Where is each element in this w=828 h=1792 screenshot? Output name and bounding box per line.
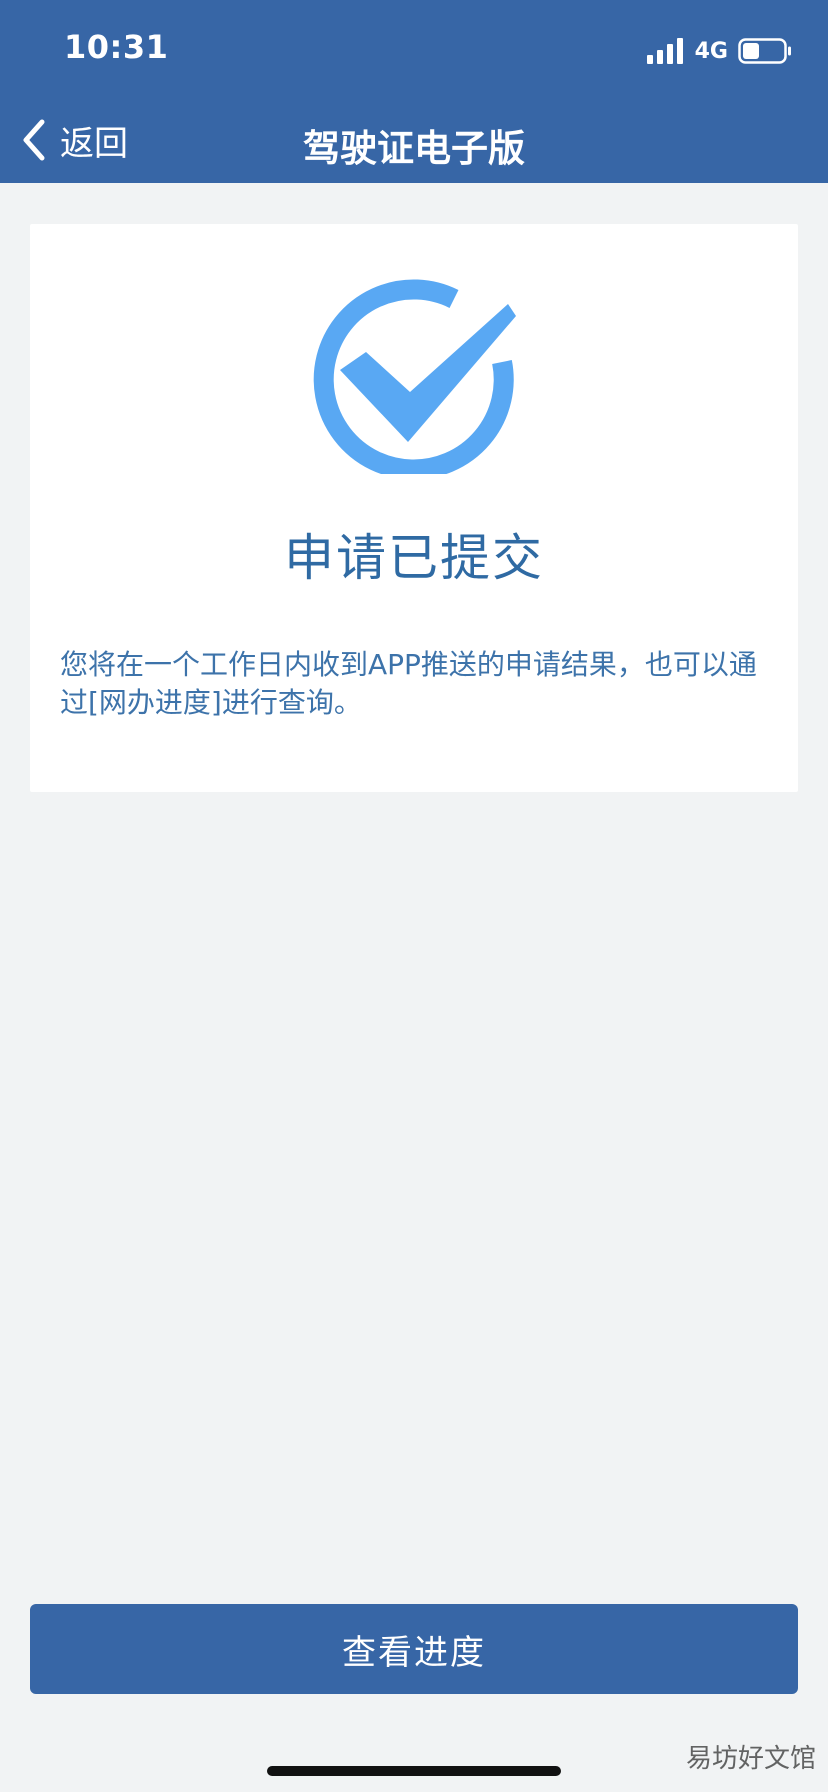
check-circle-icon xyxy=(313,279,516,474)
result-message: 您将在一个工作日内收到APP推送的申请结果，也可以通过[网办进度]进行查询。 xyxy=(60,648,757,719)
battery-icon xyxy=(738,38,791,64)
result-card: 申请已提交 您将在一个工作日内收到APP推送的申请结果，也可以通过[网办进度]进… xyxy=(30,224,798,792)
nav-bar: 返回 驾驶证电子版 xyxy=(0,100,828,183)
status-bar: 10:31 4G xyxy=(0,0,828,100)
view-progress-button[interactable]: 查看进度 xyxy=(30,1604,798,1694)
network-type: 4G xyxy=(694,38,728,64)
success-title: 申请已提交 xyxy=(284,529,544,587)
home-indicator[interactable] xyxy=(267,1766,561,1776)
signal-bars-icon xyxy=(646,38,683,64)
top-header: 10:31 4G 返回 驾驶证电子版 xyxy=(0,0,828,183)
status-indicators: 4G xyxy=(646,34,792,68)
watermark-text: 易坊好文馆 xyxy=(685,1744,816,1774)
page-title: 驾驶证电子版 xyxy=(303,127,525,170)
status-time: 10:31 xyxy=(64,28,169,66)
